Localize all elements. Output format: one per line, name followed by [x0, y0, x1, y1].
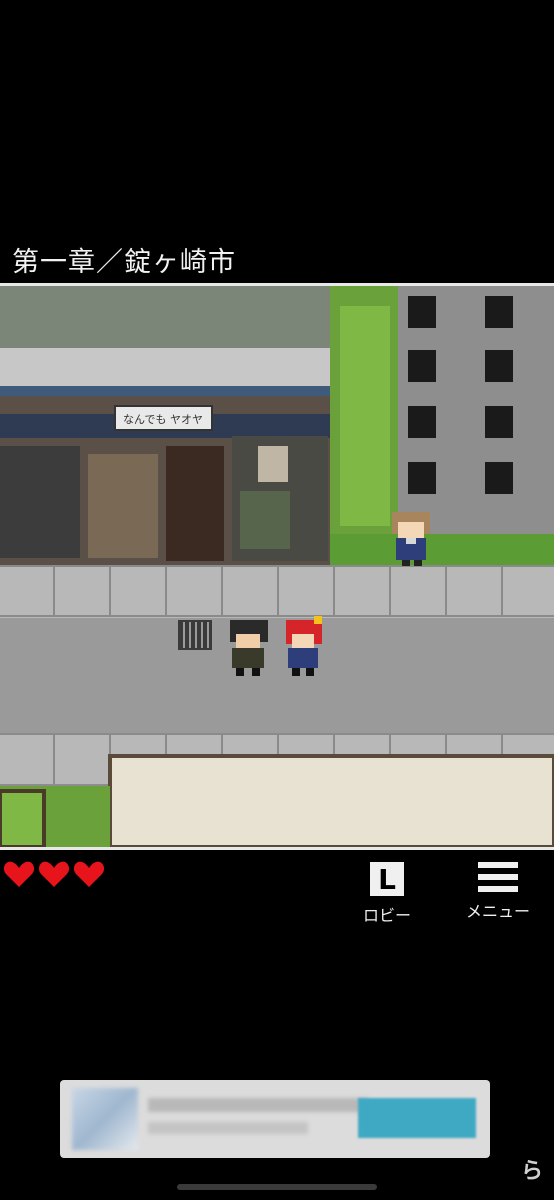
menu-label: メニュー: [465, 902, 530, 921]
ad-text-blurred: [148, 1098, 368, 1112]
heart-icon: [73, 861, 105, 887]
menu-button[interactable]: メニュー: [458, 862, 538, 922]
watermark-logo: ら: [520, 1159, 543, 1184]
heart-icon: [38, 861, 70, 887]
ad-cta-button[interactable]: [358, 1098, 476, 1138]
drain-grate: [178, 620, 212, 650]
heart-icon: [3, 861, 35, 887]
chapter-title: 第一章／錠ヶ崎市: [12, 247, 236, 278]
lobby-label: ロビー: [362, 906, 411, 925]
ad-text-blurred: [148, 1122, 308, 1134]
svg-text:なんでも ヤオヤ: なんでも ヤオヤ: [123, 413, 203, 426]
hamburger-menu-icon: [478, 862, 518, 892]
home-indicator[interactable]: [177, 1184, 377, 1190]
lobby-icon: L: [370, 862, 404, 896]
health-hearts: [3, 858, 105, 890]
ad-banner[interactable]: [60, 1080, 490, 1158]
shop-sign: なんでも ヤオヤ: [114, 405, 213, 431]
ad-thumbnail: [72, 1088, 138, 1150]
game-scene[interactable]: なんでも ヤオヤ: [0, 283, 554, 850]
lobby-button[interactable]: L ロビー: [356, 862, 418, 926]
npc-girl-brown-hair[interactable]: [392, 512, 430, 566]
npc-boy-dark-hair[interactable]: [230, 620, 268, 676]
